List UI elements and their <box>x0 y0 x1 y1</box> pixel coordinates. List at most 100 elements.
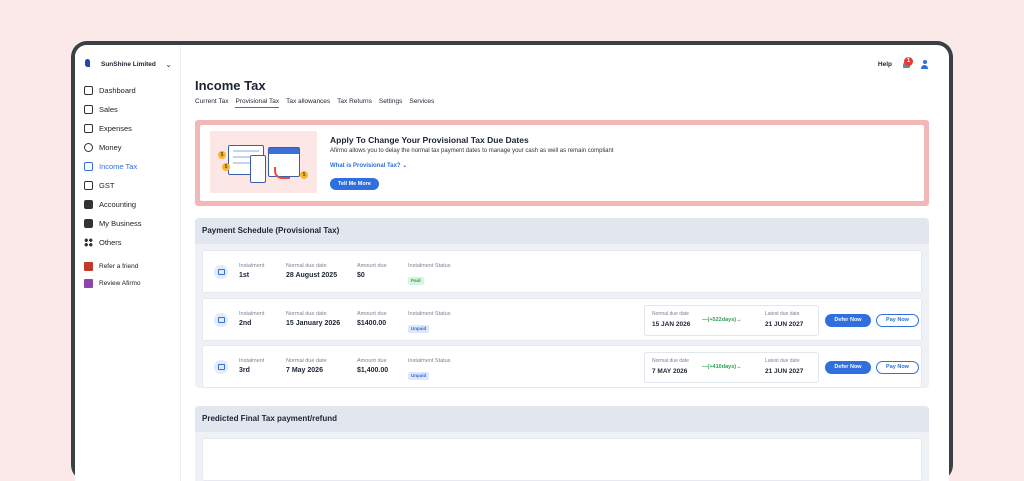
ledger-icon <box>84 200 93 209</box>
amount-value: $1,400.00 <box>357 367 389 374</box>
days-value: (+522days) <box>707 317 737 323</box>
status-badge: Unpaid <box>408 324 430 333</box>
home-icon <box>84 86 93 95</box>
sidebar-item-others[interactable]: Others <box>75 233 180 252</box>
promo-card: $ $ $ Apply To Change Your Provisional T… <box>200 125 924 201</box>
sidebar-item-my-business[interactable]: My Business <box>75 214 180 233</box>
defer-now-button[interactable]: Defer Now <box>825 314 871 327</box>
sidebar-item-gst[interactable]: GST <box>75 176 180 195</box>
sidebar-item-label: Sales <box>99 105 118 114</box>
main-content: Help 1 Income Tax Current Tax Provisiona… <box>181 45 949 481</box>
latest-date-label: Latest due date <box>765 358 800 364</box>
pay-now-button[interactable]: Pay Now <box>876 361 919 374</box>
status-badge: Paid <box>408 276 424 285</box>
arrow-illustration <box>274 167 290 179</box>
page-title: Income Tax <box>195 78 266 93</box>
amount-label: Amount due <box>357 263 387 269</box>
tab-tax-returns[interactable]: Tax Returns <box>337 98 372 108</box>
extension-days: —(+410days)→ <box>702 364 742 370</box>
sidebar-item-label: Money <box>99 143 122 152</box>
pay-now-button[interactable]: Pay Now <box>876 314 919 327</box>
chevron-down-icon[interactable]: ⌄ <box>165 60 172 69</box>
instalment-value: 3rd <box>239 367 250 374</box>
promo-link-label: What is Provisional Tax? <box>330 163 401 169</box>
sidebar-item-label: Review Afirmo <box>99 280 141 287</box>
coin-icon: $ <box>222 163 230 171</box>
sidebar-item-label: Dashboard <box>99 86 136 95</box>
status-label: Instalment Status <box>408 263 451 269</box>
instalment-label: Instalment <box>239 311 265 317</box>
gst-icon <box>84 181 93 190</box>
what-is-provisional-tax-link[interactable]: What is Provisional Tax? ⌄ <box>330 162 407 169</box>
instalment-value: 1st <box>239 272 250 279</box>
coin-icon: $ <box>300 171 308 179</box>
normal-date-label: Normal due date <box>652 358 689 364</box>
tab-provisional-tax[interactable]: Provisional Tax <box>235 98 280 108</box>
notification-count-badge: 1 <box>904 57 913 66</box>
sidebar-item-label: My Business <box>99 219 142 228</box>
promo-illustration: $ $ $ <box>210 131 317 193</box>
grid-icon <box>84 238 93 247</box>
tell-me-more-button[interactable]: Tell Me More <box>330 178 379 190</box>
chevron-down-icon: ⌄ <box>402 163 408 169</box>
receipt-icon <box>84 124 93 133</box>
tab-tax-allowances[interactable]: Tax allowances <box>286 98 330 108</box>
calendar-icon <box>214 360 228 374</box>
sidebar-item-income-tax[interactable]: Income Tax <box>75 157 180 176</box>
top-right-bar: Help 1 <box>878 57 929 69</box>
amount-value: $1400.00 <box>357 320 387 327</box>
normal-date-value: 15 JAN 2026 <box>652 321 691 328</box>
promo-title: Apply To Change Your Provisional Tax Due… <box>330 135 529 145</box>
help-link[interactable]: Help <box>878 61 892 68</box>
notification-bell-icon[interactable]: 1 <box>902 57 913 69</box>
section-title: Payment Schedule (Provisional Tax) <box>195 218 929 244</box>
sidebar-item-dashboard[interactable]: Dashboard <box>75 81 180 100</box>
promo-subtitle: Afirmo allows you to delay the normal ta… <box>330 148 614 154</box>
tab-settings[interactable]: Settings <box>379 98 403 108</box>
status-label: Instalment Status <box>408 311 451 317</box>
sidebar-item-accounting[interactable]: Accounting <box>75 195 180 214</box>
review-afirmo-link[interactable]: Review Afirmo <box>75 275 180 292</box>
sidebar-item-label: Income Tax <box>99 162 138 171</box>
phone-illustration <box>250 155 266 183</box>
due-date-value: 7 May 2026 <box>286 367 323 374</box>
status-label: Instalment Status <box>408 358 451 364</box>
amount-value: $0 <box>357 272 365 279</box>
tax-icon <box>84 162 93 171</box>
calendar-icon <box>214 265 228 279</box>
sidebar-item-money[interactable]: Money <box>75 138 180 157</box>
instalment-row-1: Instalment 1st Normal due date 28 August 2… <box>202 250 922 293</box>
arrow-right-icon: → <box>736 364 742 370</box>
device-frame: SunShine Limited ⌄ Dashboard Sales Expen… <box>71 41 953 481</box>
sidebar-item-label: Expenses <box>99 124 132 133</box>
amount-label: Amount due <box>357 358 387 364</box>
tab-current-tax[interactable]: Current Tax <box>195 98 228 108</box>
predicted-row <box>202 438 922 481</box>
status-badge: Unpaid <box>408 371 430 380</box>
predicted-final-tax-section: Predicted Final Tax payment/refund <box>195 406 929 481</box>
refer-friend-link[interactable]: Refer a friend <box>75 258 180 275</box>
sidebar-item-sales[interactable]: Sales <box>75 100 180 119</box>
due-date-label: Normal due date <box>286 358 327 364</box>
days-value: (+410days) <box>707 364 737 370</box>
sidebar-item-label: Refer a friend <box>99 263 139 270</box>
promo-banner: $ $ $ Apply To Change Your Provisional T… <box>195 120 929 206</box>
user-avatar-icon[interactable] <box>920 59 929 69</box>
defer-now-button[interactable]: Defer Now <box>825 361 871 374</box>
extension-days: —(+522days)→ <box>702 317 742 323</box>
latest-date-label: Latest due date <box>765 311 800 317</box>
instalment-value: 2nd <box>239 320 252 327</box>
sidebar-item-label: GST <box>99 181 115 190</box>
dollar-icon <box>84 143 93 152</box>
company-switcher[interactable]: SunShine Limited ⌄ <box>75 49 180 79</box>
chart-icon <box>84 105 93 114</box>
tab-services[interactable]: Services <box>409 98 434 108</box>
sidebar-item-expenses[interactable]: Expenses <box>75 119 180 138</box>
normal-date-label: Normal due date <box>652 311 689 317</box>
due-date-label: Normal due date <box>286 263 327 269</box>
company-name: SunShine Limited <box>101 60 156 68</box>
arrow-right-icon: → <box>736 317 742 323</box>
latest-date-value: 21 JUN 2027 <box>765 368 804 375</box>
instalment-label: Instalment <box>239 358 265 364</box>
payment-schedule-section: Payment Schedule (Provisional Tax) Insta… <box>195 218 929 388</box>
